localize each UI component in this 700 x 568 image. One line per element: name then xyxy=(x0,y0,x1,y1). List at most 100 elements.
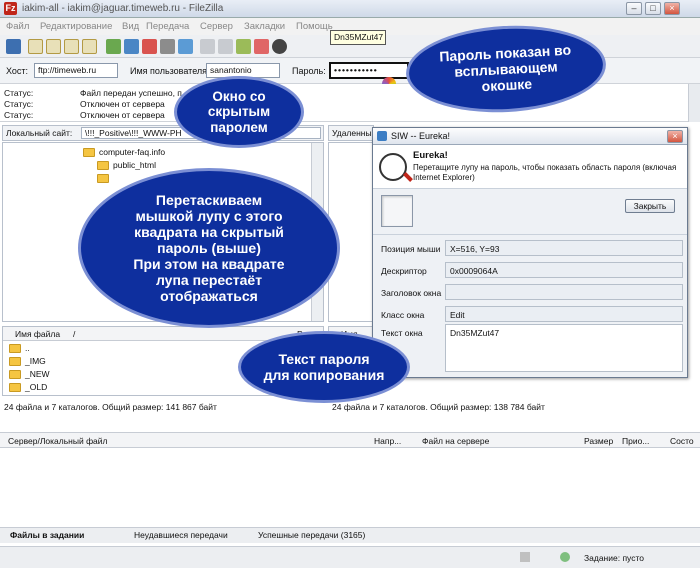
minimize-button[interactable]: – xyxy=(626,2,642,15)
password-tooltip: Dn35MZut47 xyxy=(330,30,386,45)
disconnect-icon[interactable] xyxy=(160,39,175,54)
user-label: Имя пользователя xyxy=(130,66,208,76)
field-handle: 0x0009064A xyxy=(445,262,683,278)
divider xyxy=(373,234,687,235)
tree-item[interactable]: computer-faq.info xyxy=(83,147,165,158)
filter-icon[interactable] xyxy=(200,39,215,54)
eureka-heading: Eureka! xyxy=(413,150,448,161)
search-icon[interactable] xyxy=(254,39,269,54)
folder-icon xyxy=(97,174,109,184)
log-row: Статус: Файл передан успешно, п xyxy=(4,88,182,98)
compare-icon[interactable] xyxy=(218,39,233,54)
eureka-titlebar: SIW -- Eureka! × xyxy=(373,128,687,145)
toggle-log-icon[interactable] xyxy=(28,39,43,54)
folder-icon xyxy=(97,161,109,171)
log-scrollbar[interactable] xyxy=(688,84,700,122)
field-window-title xyxy=(445,284,683,300)
field-label-window-text: Текст окна xyxy=(381,328,423,338)
host-input[interactable]: ftp://timeweb.ru xyxy=(34,63,118,78)
connection-icon xyxy=(560,552,570,562)
field-window-text[interactable]: Dn35MZut47 xyxy=(445,324,683,372)
menu-help[interactable]: Помощь xyxy=(296,21,333,32)
queue-list xyxy=(0,448,700,527)
title-bar: Fz iakim-all - iakim@jaguar.timeweb.ru -… xyxy=(0,0,700,18)
reconnect-icon[interactable] xyxy=(178,39,193,54)
eureka-header: Eureka! Перетащите лупу на пароль, чтобы… xyxy=(373,145,687,189)
folder-icon xyxy=(9,357,21,367)
site-manager-icon[interactable] xyxy=(6,39,21,54)
cancel-icon[interactable] xyxy=(142,39,157,54)
host-label: Хост: xyxy=(6,66,29,76)
remote-status: 24 файла и 7 каталогов. Общий размер: 13… xyxy=(332,402,545,412)
callout-hidden-window: Окно со скрытым паролем xyxy=(174,76,304,148)
maximize-button[interactable]: □ xyxy=(645,2,661,15)
sort-indicator: / xyxy=(73,329,76,339)
close-dialog-button[interactable]: Закрыть xyxy=(625,199,675,213)
queue-tabs: Файлы в задании Неудавшиеся передачи Усп… xyxy=(0,527,700,543)
tab-failed-transfers[interactable]: Неудавшиеся передачи xyxy=(134,530,228,540)
field-mouse-pos: X=516, Y=93 xyxy=(445,240,683,256)
menu-bookmarks[interactable]: Закладки xyxy=(244,21,285,32)
list-item[interactable]: .. xyxy=(9,343,30,354)
menu-file[interactable]: Файл xyxy=(6,21,29,32)
queue-col-local[interactable]: Сервер/Локальный файл xyxy=(8,436,108,446)
menu-transfer[interactable]: Передача xyxy=(146,21,189,32)
field-label-window-title: Заголовок окна xyxy=(381,288,442,298)
sync-browse-icon[interactable] xyxy=(236,39,251,54)
password-label: Пароль: xyxy=(292,66,326,76)
toggle-queue-icon[interactable] xyxy=(82,39,97,54)
tab-queued-files[interactable]: Файлы в задании xyxy=(10,530,84,540)
callout-drag-magnifier: Перетаскиваем мышкой лупу с этого квадра… xyxy=(78,168,340,328)
eureka-close-x[interactable]: × xyxy=(667,130,683,143)
log-row: Статус: Отключен от сервера xyxy=(4,99,165,109)
queue-col-size[interactable]: Размер xyxy=(584,436,613,446)
eureka-description: Перетащите лупу на пароль, чтобы показат… xyxy=(413,163,677,182)
magnifier-handle-icon xyxy=(403,172,413,182)
field-label-mouse-pos: Позиция мыши xyxy=(381,244,441,254)
queue-col-priority[interactable]: Прио... xyxy=(622,436,649,446)
log-row: Статус: Отключен от сервера xyxy=(4,110,165,120)
queue-col-direction[interactable]: Напр... xyxy=(374,436,401,446)
folder-icon xyxy=(9,383,21,393)
list-item[interactable]: _OLD xyxy=(9,382,47,393)
menu-view[interactable]: Вид xyxy=(122,21,139,32)
field-label-handle: Дескриптор xyxy=(381,266,427,276)
binoculars-icon[interactable] xyxy=(272,39,287,54)
tab-successful-transfers[interactable]: Успешные передачи (3165) xyxy=(258,530,365,540)
remote-site-bar: Удаленны xyxy=(328,125,374,141)
remote-site-label: Удаленны xyxy=(332,128,372,138)
list-item[interactable]: _IMG xyxy=(9,356,46,367)
eureka-title: SIW -- Eureka! xyxy=(391,131,451,141)
folder-icon xyxy=(9,344,21,354)
field-window-class: Edit xyxy=(445,306,683,322)
tree-item[interactable] xyxy=(97,173,113,184)
queue-header: Сервер/Локальный файл Напр... Файл на се… xyxy=(0,432,700,448)
callout-password-text: Текст пароля для копирования xyxy=(238,331,410,403)
col-filename[interactable]: Имя файла xyxy=(15,329,60,339)
toggle-remote-tree-icon[interactable] xyxy=(64,39,79,54)
lock-icon xyxy=(520,552,530,562)
process-queue-icon[interactable] xyxy=(124,39,139,54)
message-log: Статус: Файл передан успешно, п Статус: От… xyxy=(0,84,700,122)
refresh-icon[interactable] xyxy=(106,39,121,54)
folder-icon xyxy=(83,148,95,158)
magnifier-icon xyxy=(379,153,407,181)
local-status: 24 файла и 7 каталогов. Общий размер: 14… xyxy=(4,402,217,412)
menu-server[interactable]: Сервер xyxy=(200,21,233,32)
folder-icon xyxy=(9,370,21,380)
local-site-label: Локальный сайт: xyxy=(6,128,73,138)
status-bar: Задание: пусто xyxy=(0,546,700,568)
list-item[interactable]: _NEW xyxy=(9,369,50,380)
field-label-window-class: Класс окна xyxy=(381,310,425,320)
drag-source-square[interactable] xyxy=(381,195,413,227)
menu-edit[interactable]: Редактирование xyxy=(40,21,112,32)
password-input[interactable]: ••••••••••• xyxy=(329,62,409,79)
siw-app-icon xyxy=(377,131,387,141)
queue-col-remote[interactable]: Файл на сервере xyxy=(422,436,489,446)
close-button[interactable]: × xyxy=(664,2,680,15)
tree-item[interactable]: public_html xyxy=(97,160,156,171)
toggle-local-tree-icon[interactable] xyxy=(46,39,61,54)
filezilla-logo-icon: Fz xyxy=(4,2,17,15)
queue-col-status[interactable]: Состо xyxy=(670,436,694,446)
eureka-window: SIW -- Eureka! × Eureka! Перетащите лупу… xyxy=(372,127,688,378)
